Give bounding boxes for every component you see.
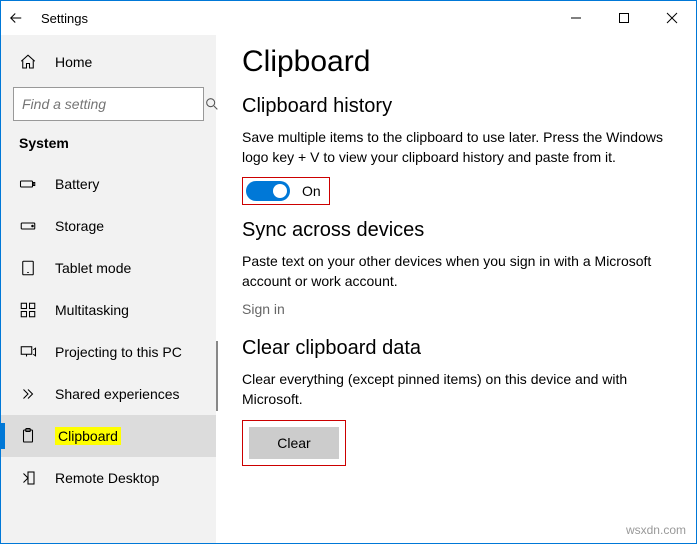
window-title: Settings xyxy=(41,11,88,26)
projecting-icon xyxy=(19,343,37,361)
maximize-button[interactable] xyxy=(600,1,648,35)
sidebar-item-shared-experiences[interactable]: Shared experiences xyxy=(1,373,216,415)
clipboard-icon xyxy=(19,427,37,445)
history-toggle-label: On xyxy=(302,183,321,199)
sidebar-item-label: Tablet mode xyxy=(55,260,131,276)
history-heading: Clipboard history xyxy=(242,95,670,118)
search-input[interactable] xyxy=(22,96,204,112)
minimize-button[interactable] xyxy=(552,1,600,35)
battery-icon xyxy=(19,175,37,193)
sidebar-item-remote-desktop[interactable]: Remote Desktop xyxy=(1,457,216,499)
main-content: Clipboard Clipboard history Save multipl… xyxy=(216,35,696,543)
sidebar-item-label: Multitasking xyxy=(55,302,129,318)
storage-icon xyxy=(19,217,37,235)
page-title: Clipboard xyxy=(242,45,670,79)
clear-heading: Clear clipboard data xyxy=(242,337,670,360)
sidebar-item-storage[interactable]: Storage xyxy=(1,205,216,247)
tablet-icon xyxy=(19,259,37,277)
sidebar-item-label: Battery xyxy=(55,176,99,192)
clear-description: Clear everything (except pinned items) o… xyxy=(242,370,670,409)
window-controls xyxy=(552,1,696,35)
signin-link[interactable]: Sign in xyxy=(242,301,285,317)
search-box[interactable] xyxy=(13,87,204,121)
sync-heading: Sync across devices xyxy=(242,219,670,242)
shared-icon xyxy=(19,385,37,403)
home-icon xyxy=(19,53,37,71)
history-toggle[interactable] xyxy=(246,181,290,201)
sidebar-item-projecting[interactable]: Projecting to this PC xyxy=(1,331,216,373)
sync-description: Paste text on your other devices when yo… xyxy=(242,252,670,291)
titlebar: Settings xyxy=(1,1,696,35)
back-button[interactable] xyxy=(7,9,25,27)
close-button[interactable] xyxy=(648,1,696,35)
history-toggle-row: On xyxy=(242,177,330,205)
multitasking-icon xyxy=(19,301,37,319)
sidebar-item-clipboard[interactable]: Clipboard xyxy=(1,415,216,457)
home-label: Home xyxy=(55,54,92,70)
sidebar-section-title: System xyxy=(1,135,216,163)
history-description: Save multiple items to the clipboard to … xyxy=(242,128,670,167)
watermark: wsxdn.com xyxy=(626,523,686,537)
sidebar-item-label: Shared experiences xyxy=(55,386,180,402)
sidebar-item-label: Storage xyxy=(55,218,104,234)
remote-desktop-icon xyxy=(19,469,37,487)
sidebar: Home System Battery Storage Tablet xyxy=(1,35,216,543)
sidebar-item-battery[interactable]: Battery xyxy=(1,163,216,205)
home-link[interactable]: Home xyxy=(1,43,216,81)
sidebar-item-label: Remote Desktop xyxy=(55,470,159,486)
sidebar-item-label: Projecting to this PC xyxy=(55,344,182,360)
sidebar-item-multitasking[interactable]: Multitasking xyxy=(1,289,216,331)
sidebar-item-label: Clipboard xyxy=(55,427,121,445)
sidebar-item-tablet-mode[interactable]: Tablet mode xyxy=(1,247,216,289)
clear-button[interactable]: Clear xyxy=(249,427,339,459)
clear-button-highlight: Clear xyxy=(242,420,346,466)
